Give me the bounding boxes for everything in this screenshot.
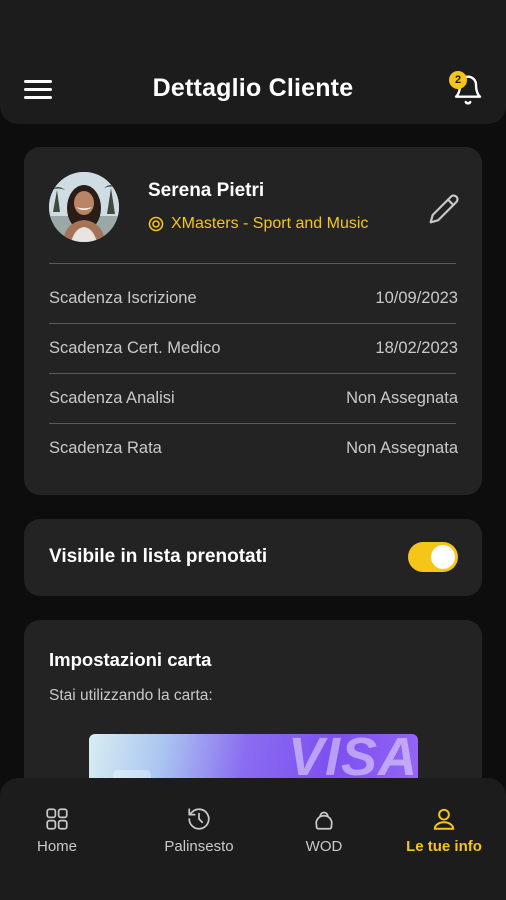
nav-item-home[interactable]: Home [2,806,112,862]
info-label: Scadenza Analisi [49,388,175,407]
nav-item-palinsesto[interactable]: Palinsesto [144,806,254,862]
notification-badge: 2 [449,71,467,89]
info-row-iscrizione: Scadenza Iscrizione 10/09/2023 [49,273,458,323]
gym-name: XMasters - Sport and Music [171,215,369,232]
nav-label: Home [36,838,77,855]
pencil-icon [429,194,459,224]
toggle-knob [431,545,455,569]
info-label: Scadenza Rata [49,438,162,457]
client-name: Serena Pietri [148,180,265,201]
edit-profile-button[interactable] [428,193,460,225]
page-title: Dettaglio Cliente [152,74,354,102]
history-icon [188,808,210,830]
nav-item-le-tue-info[interactable]: Le tue info [389,806,499,862]
notifications-button[interactable]: 2 [448,70,488,110]
gym-name-row: XMasters - Sport and Music [148,215,368,233]
nav-label: WOD [305,838,343,855]
info-row-rata: Scadenza Rata Non Assegnata [49,423,458,473]
card-settings-title: Impostazioni carta [49,649,212,670]
divider [49,263,456,264]
client-profile-card: Serena Pietri XMasters - Sport and Music… [24,147,482,495]
info-value: Non Assegnata [346,438,458,457]
target-icon [148,216,164,232]
visibility-card: Visibile in lista prenotati [24,519,482,596]
grid-icon [46,808,68,830]
info-label: Scadenza Iscrizione [49,288,197,307]
app-header: Dettaglio Cliente 2 [0,0,506,124]
nav-item-wod[interactable]: WOD [269,806,379,862]
info-value: Non Assegnata [346,388,458,407]
info-value: 10/09/2023 [375,288,458,307]
kettlebell-icon [315,811,333,830]
info-row-cert-medico: Scadenza Cert. Medico 18/02/2023 [49,323,458,373]
avatar [49,172,119,242]
info-label: Scadenza Cert. Medico [49,338,221,357]
visibility-toggle[interactable] [408,542,458,572]
card-settings-subtitle: Stai utilizzando la carta: [49,687,213,704]
nav-label: Le tue info [406,838,482,855]
bottom-navigation: Home Palinsesto WOD Le tue info [0,778,506,900]
visibility-label: Visibile in lista prenotati [49,546,268,567]
info-row-analisi: Scadenza Analisi Non Assegnata [49,373,458,423]
nav-label: Palinsesto [164,838,234,855]
info-value: 18/02/2023 [375,338,458,357]
user-icon [433,808,455,830]
